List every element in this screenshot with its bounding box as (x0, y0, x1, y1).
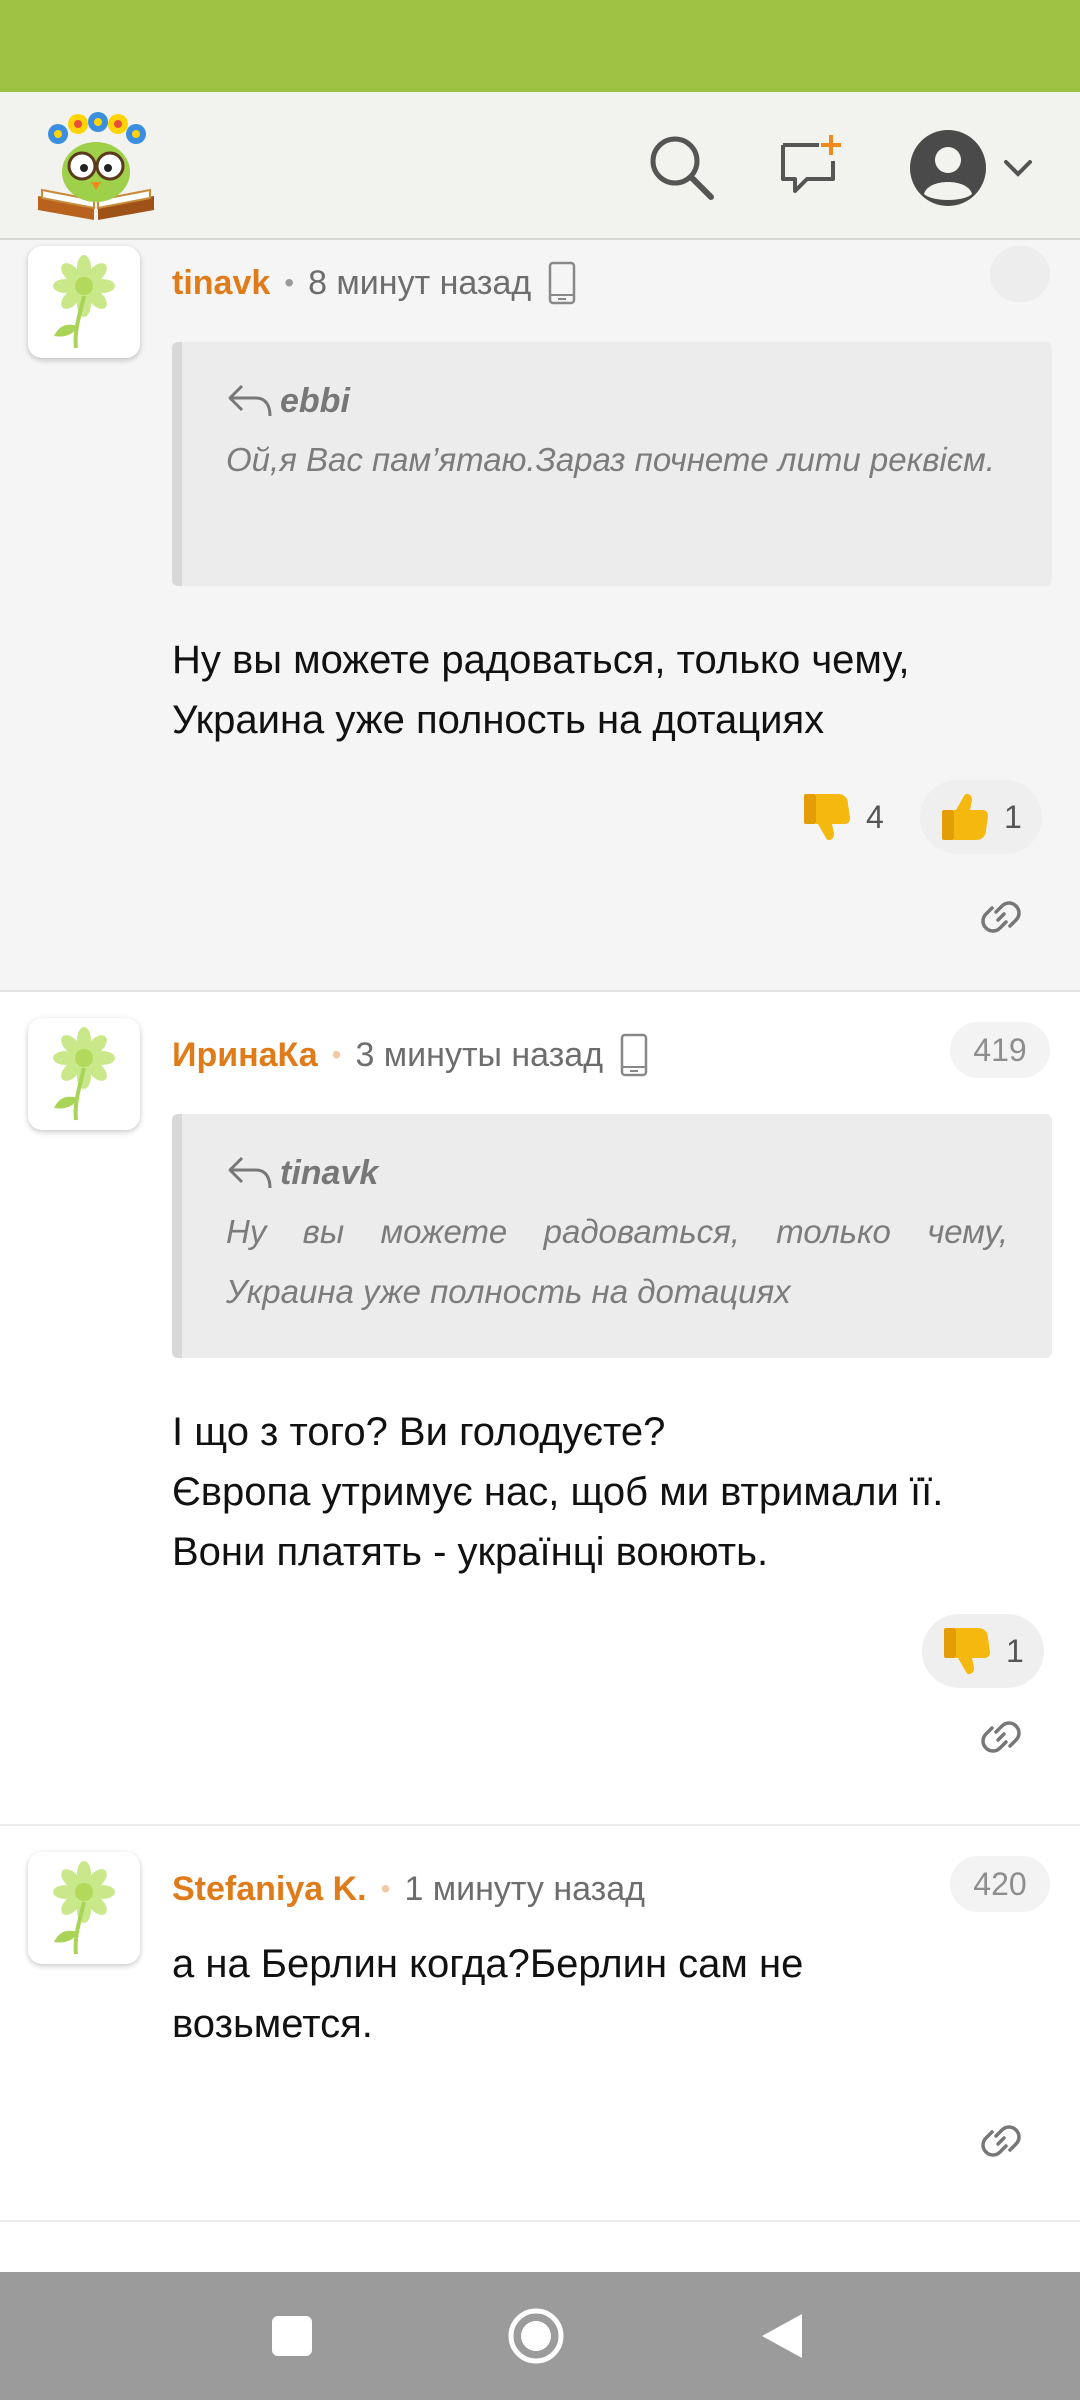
reply-arrow-icon (228, 1156, 272, 1189)
chevron-down-icon (1004, 160, 1032, 177)
avatar[interactable] (28, 1018, 140, 1130)
quote-text: Ну вы можете радоваться, только чему, Ук… (226, 1213, 1008, 1310)
dislike-count: 1 (1006, 1632, 1024, 1669)
recent-apps-icon (272, 2316, 312, 2356)
flower-avatar-icon (53, 1027, 115, 1121)
flower-avatar-icon (53, 1861, 115, 1955)
quote-author[interactable]: tinavk (226, 1148, 1008, 1198)
dislike-count: 4 (866, 798, 884, 835)
like-button[interactable]: 1 (920, 780, 1042, 854)
comment-number-badge (990, 246, 1050, 302)
copy-link-button[interactable] (970, 886, 1032, 948)
add-comment-button[interactable] (768, 122, 858, 212)
comment-time[interactable]: 1 минуту назад (404, 1870, 645, 1909)
phone-icon (619, 1033, 649, 1077)
quote-author-name: tinavk (280, 1153, 379, 1192)
user-avatar-icon (910, 130, 986, 206)
comment-number-badge[interactable]: 419 (950, 1022, 1050, 1078)
comment-time[interactable]: 8 минут назад (308, 264, 531, 303)
home-icon (508, 2308, 564, 2364)
separator-dot: • (284, 267, 295, 298)
reply-arrow-icon (228, 384, 272, 417)
like-count: 1 (1004, 798, 1022, 835)
separator-dot: • (380, 1873, 391, 1904)
link-icon (981, 1721, 1021, 1753)
site-logo[interactable] (34, 110, 158, 222)
back-button[interactable] (752, 2306, 812, 2366)
comment-number-badge[interactable]: 420 (950, 1856, 1050, 1912)
link-icon (981, 2125, 1021, 2157)
comment-text: І що з того? Ви голодуєте? Європа утриму… (172, 1410, 944, 1574)
comment-item: tinavk • 8 минут назад ebbi Ой,я Вас пам… (0, 240, 1080, 992)
quote-author-name: ebbi (280, 381, 350, 420)
avatar[interactable] (28, 1852, 140, 1964)
flower-avatar-icon (53, 255, 115, 349)
comment-author[interactable]: ИринаКа (172, 1036, 318, 1075)
phone-icon (547, 261, 577, 305)
quote-text: Ой,я Вас пам’ятаю.Зараз почнете лити рек… (226, 441, 995, 478)
thumbs-up-icon (942, 793, 988, 840)
copy-link-button[interactable] (970, 2110, 1032, 2172)
app-header (0, 92, 1080, 240)
navigation-bar (0, 2272, 1080, 2400)
comment-item: ИринаКа • 3 минуты назад 419 tinavk Ну в… (0, 992, 1080, 1826)
link-icon (981, 901, 1021, 933)
dislike-button[interactable]: 4 (782, 780, 904, 854)
home-button[interactable] (506, 2306, 566, 2366)
profile-menu-button[interactable] (898, 118, 1048, 218)
quote-block: ebbi Ой,я Вас пам’ятаю.Зараз почнете лит… (172, 342, 1052, 586)
dislike-button[interactable]: 1 (922, 1614, 1044, 1688)
recent-apps-button[interactable] (262, 2306, 322, 2366)
status-bar (0, 0, 1080, 92)
comment-author[interactable]: tinavk (172, 264, 270, 303)
comment-time[interactable]: 3 минуты назад (355, 1036, 603, 1075)
quote-author[interactable]: ebbi (226, 376, 1008, 426)
avatar[interactable] (28, 246, 140, 358)
search-icon (650, 136, 714, 200)
quote-block: tinavk Ну вы можете радоваться, только ч… (172, 1114, 1052, 1358)
comment-author[interactable]: Stefaniya K. (172, 1870, 367, 1909)
comment-item: Stefaniya K. • 1 минуту назад 420 а на Б… (0, 1826, 1080, 2222)
thumbs-down-icon (804, 794, 850, 841)
thumbs-down-icon (944, 1628, 990, 1675)
copy-link-button[interactable] (970, 1706, 1032, 1768)
search-button[interactable] (636, 122, 726, 212)
comment-text: Ну вы можете радоваться, только чему, Ук… (172, 638, 910, 742)
separator-dot: • (331, 1039, 342, 1070)
back-icon (762, 2314, 802, 2358)
comment-text: а на Берлин когда?Берлин сам не возьметс… (172, 1942, 804, 2046)
add-comment-icon (781, 135, 841, 193)
